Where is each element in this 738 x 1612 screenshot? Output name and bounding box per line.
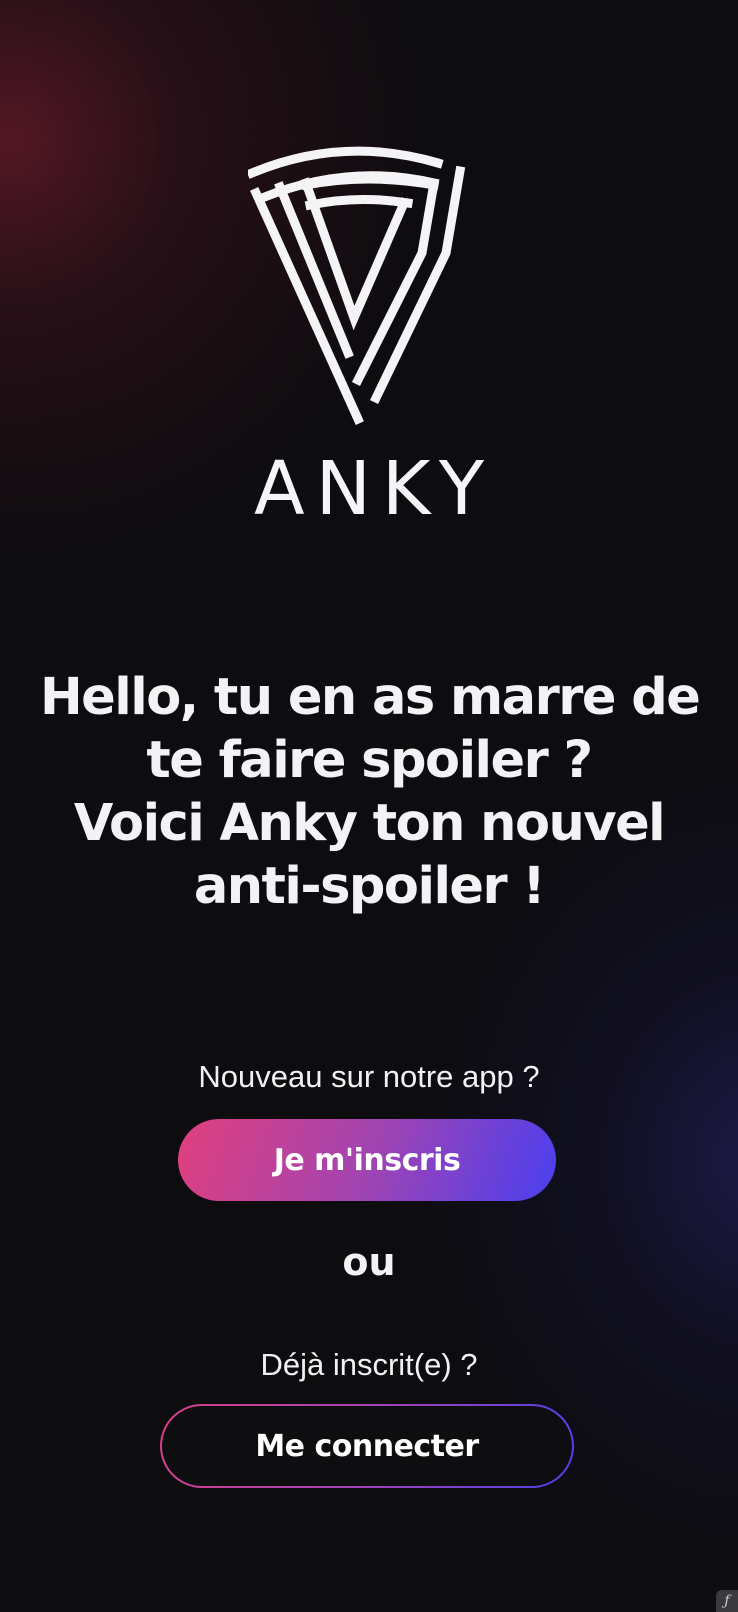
login-prompt: Déjà inscrit(e) ?: [260, 1347, 478, 1382]
script-f-icon[interactable]: ƒ: [716, 1590, 738, 1612]
login-button[interactable]: Me connecter: [160, 1404, 574, 1488]
anky-shield-logo-icon: [248, 146, 466, 425]
login-button-label: Me connecter: [162, 1406, 572, 1486]
brand-name: ANKY: [253, 446, 496, 532]
headline-line: Voici Anky ton nouvel: [73, 794, 666, 853]
headline-line: te faire spoiler ?: [146, 731, 593, 790]
signup-prompt: Nouveau sur notre app ?: [198, 1059, 540, 1094]
headline-line: anti-spoiler !: [193, 857, 546, 916]
headline: Hello, tu en as marre de te faire spoile…: [40, 666, 701, 918]
signup-button[interactable]: Je m'inscris: [178, 1119, 556, 1201]
or-separator: ou: [342, 1240, 396, 1284]
headline-line: Hello, tu en as marre de: [40, 668, 701, 727]
